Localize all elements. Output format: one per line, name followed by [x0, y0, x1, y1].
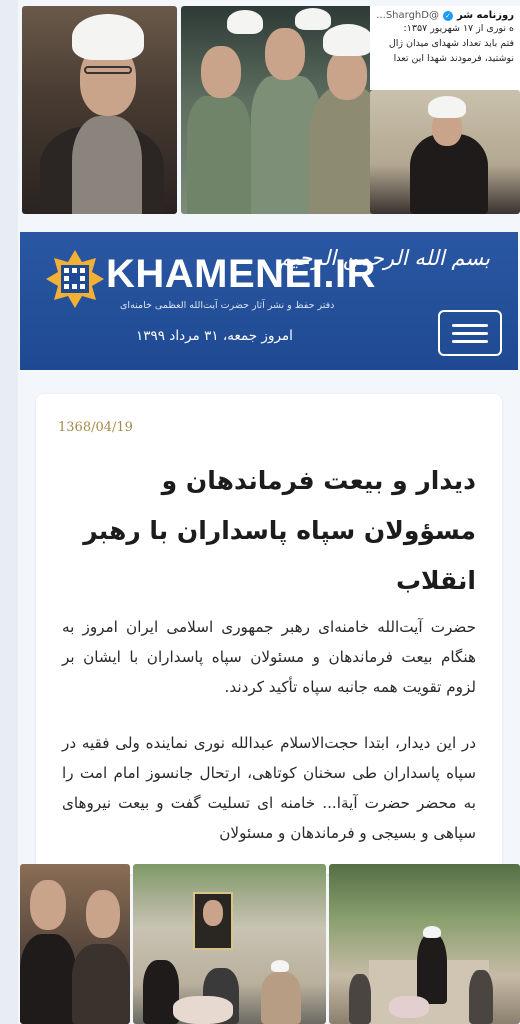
- top-photo-collage: روزنامه شر ✓ @SharghD... ه نوری از ۱۷ شه…: [18, 0, 520, 220]
- article-card: 1368/04/19 دیدار و بیعت فرماندهان و مسؤو…: [36, 394, 502, 874]
- site-logo-subtitle: دفتر حفظ و نشر آثار حضرت آیت‌الله العظمی…: [120, 300, 335, 311]
- tweet-line: ه نوری از ۱۷ شهریور ۱۳۵۷:: [403, 23, 514, 34]
- tweet-card[interactable]: روزنامه شر ✓ @SharghD... ه نوری از ۱۷ شه…: [370, 6, 520, 90]
- photo-outdoor-gathering: [329, 864, 520, 1024]
- bismillah-calligraphy: بسم الله الرحمن الرحیم: [278, 246, 490, 270]
- verified-badge-icon: ✓: [442, 10, 453, 21]
- article-paragraph: در این دیدار، ابتدا حجت‌الاسلام عبدالله …: [62, 734, 476, 842]
- bottom-photo-collage: [18, 860, 520, 1024]
- photo-ceremony-portrait-wall: [133, 864, 326, 1024]
- tweet-account-name: روزنامه شر: [456, 10, 514, 21]
- photo-cleric-seated: [370, 90, 520, 214]
- tweet-line: نوشتید، فرمودند شهدا این تعدا: [393, 53, 514, 64]
- menu-bar: [452, 332, 488, 335]
- article-date: 1368/04/19: [58, 420, 133, 435]
- hamburger-menu-button[interactable]: [438, 310, 502, 356]
- khamenei-site-header: KHAMENEI.IR دفتر حفظ و نشر آثار حضرت آیت…: [20, 232, 518, 370]
- today-date: امروز جمعه، ۳۱ مرداد ۱۳۹۹: [136, 328, 293, 344]
- article-paragraph: حضرت آیت‌الله خامنه‌ای رهبر جمهوری اسلام…: [62, 618, 476, 696]
- article-title[interactable]: دیدار و بیعت فرماندهان و مسؤولان سپاه پا…: [66, 456, 476, 606]
- menu-bar: [452, 340, 488, 343]
- photo-two-men: [20, 864, 130, 1024]
- photo-group-revolutionary-guards: [181, 6, 388, 214]
- menu-bar: [452, 324, 488, 327]
- tweet-handle: @SharghD...: [376, 10, 439, 21]
- tweet-header: روزنامه شر ✓ @SharghD...: [376, 10, 514, 21]
- khamenei-logo-icon[interactable]: [44, 248, 106, 310]
- photo-cleric-portrait: [22, 6, 177, 214]
- tweet-line: فتم باید تعداد شهدای میدان ژال: [388, 38, 514, 49]
